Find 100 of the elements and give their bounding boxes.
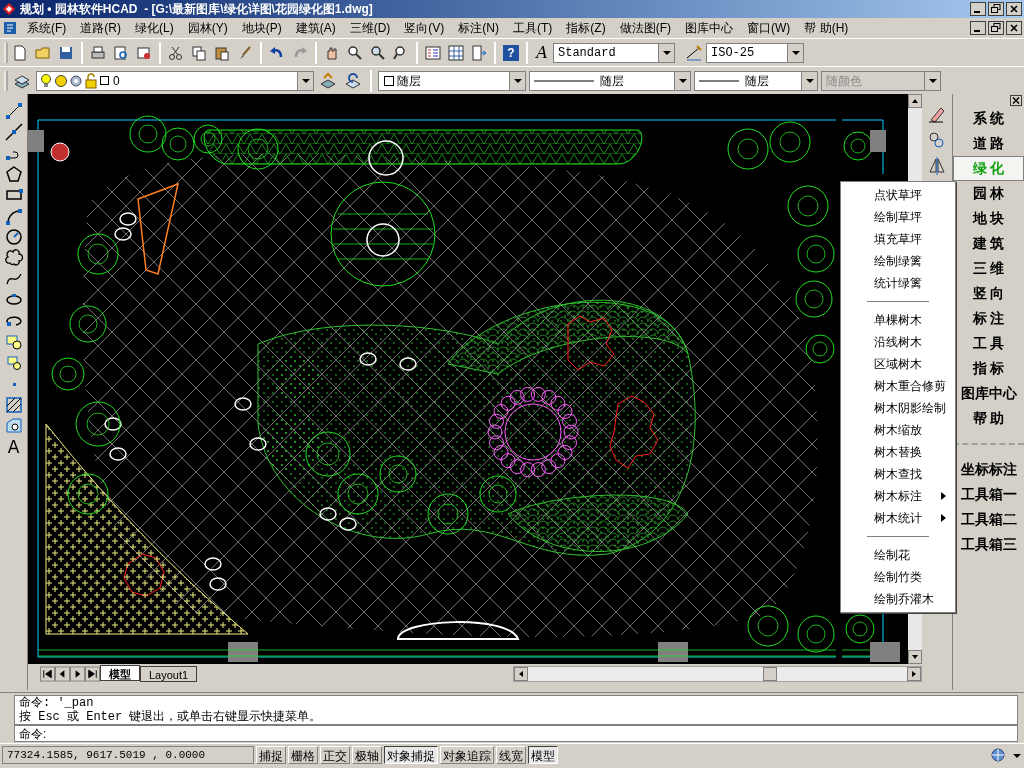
dropdown-button[interactable] (674, 71, 690, 90)
menu-item[interactable]: 窗口(W) (741, 19, 797, 37)
dropdown-button[interactable] (801, 71, 817, 90)
status-toggle[interactable]: 线宽 (496, 745, 526, 764)
mirror-icon[interactable] (927, 156, 947, 176)
status-toggle[interactable]: 正交 (320, 745, 350, 764)
status-toggle[interactable]: 极轴 (352, 745, 382, 764)
layout-tab[interactable]: 模型 (100, 665, 140, 681)
lineweight-dropdown[interactable]: 随层 (694, 70, 818, 91)
menu-item[interactable]: 标注(N) (452, 19, 505, 37)
communication-center-icon[interactable] (988, 745, 1008, 764)
last-tab-button[interactable] (85, 666, 100, 682)
panel-menu-item[interactable]: 标 注 (953, 306, 1024, 331)
first-tab-button[interactable] (40, 666, 55, 682)
construction-line-icon[interactable] (4, 123, 23, 141)
menu-item[interactable]: 绿化(L) (129, 19, 180, 37)
help-button[interactable]: ? (503, 44, 519, 61)
menu-option[interactable]: 绘制草坪 (841, 206, 955, 228)
linetype-dropdown[interactable]: 随层 (529, 70, 691, 91)
circle-icon[interactable] (4, 228, 23, 246)
dropdown-button[interactable] (297, 71, 313, 90)
horizontal-scrollbar[interactable] (513, 666, 922, 682)
panel-tool-item[interactable]: 坐标标注 (953, 457, 1024, 482)
menu-item[interactable]: 指标(Z) (560, 19, 612, 37)
hatch-icon[interactable] (4, 396, 23, 414)
panel-menu-item[interactable]: 工 具 (953, 331, 1024, 356)
menu-option[interactable]: 填充草坪 (841, 228, 955, 250)
panel-menu-item[interactable]: 系 统 (953, 106, 1024, 131)
menu-option[interactable]: 沿线树木 (841, 331, 955, 353)
menu-option[interactable]: 树木重合修剪 (841, 375, 955, 397)
minimize-button[interactable] (970, 2, 986, 16)
text-tool-button[interactable]: A (7, 438, 20, 456)
scroll-right-button[interactable] (907, 667, 921, 681)
region-icon[interactable] (4, 417, 23, 435)
panel-tool-item[interactable]: 工具箱二 (953, 507, 1024, 532)
menu-item[interactable]: 做法图(F) (613, 19, 677, 37)
scroll-up-button[interactable] (908, 94, 922, 108)
menu-option[interactable]: 树木替换 (841, 441, 955, 463)
status-toggle[interactable]: 对象捕捉 (384, 745, 438, 764)
menu-option[interactable]: 绘制竹类 (841, 566, 955, 588)
next-tab-button[interactable] (70, 666, 85, 682)
dimension-style-dropdown[interactable]: ISO-25 (706, 42, 804, 63)
revision-cloud-icon[interactable] (4, 249, 23, 267)
panel-menu-item[interactable]: 帮 助 (953, 406, 1024, 431)
polygon-icon[interactable] (4, 165, 23, 183)
menu-option[interactable]: 统计绿篱 (841, 272, 955, 294)
make-block-icon[interactable] (4, 354, 23, 372)
menu-option[interactable]: 绘制花 (841, 544, 955, 566)
copy-object-icon[interactable] (927, 130, 947, 150)
panel-tool-item[interactable]: 工具箱一 (953, 482, 1024, 507)
close-button[interactable] (1006, 21, 1022, 35)
close-button[interactable] (1006, 2, 1022, 16)
panel-menu-item[interactable]: 竖 向 (953, 281, 1024, 306)
menu-option[interactable]: 区域树木 (841, 353, 955, 375)
text-style-button[interactable]: A (532, 42, 552, 63)
menu-option[interactable]: 点状草坪 (841, 184, 955, 206)
layout-tab[interactable]: Layout1 (140, 666, 198, 682)
menu-item[interactable]: 园林(Y) (181, 19, 234, 37)
scroll-thumb[interactable] (763, 667, 777, 681)
insert-block-icon[interactable] (4, 333, 23, 351)
menu-option[interactable]: 绘制绿篱 (841, 250, 955, 272)
menu-item[interactable]: 工具(T) (507, 19, 559, 37)
minimize-button[interactable] (970, 21, 986, 35)
menu-item[interactable]: 竖向(V) (398, 19, 451, 37)
status-toggle[interactable]: 栅格 (288, 745, 318, 764)
close-button[interactable] (1010, 94, 1022, 106)
menu-option[interactable]: 单棵树木 (841, 309, 955, 331)
command-input-field[interactable]: 命令: (14, 725, 1018, 742)
menu-option[interactable]: 树木阴影绘制 (841, 397, 955, 419)
panel-menu-item[interactable]: 指 标 (953, 356, 1024, 381)
scroll-down-button[interactable] (908, 650, 922, 664)
menu-item[interactable]: 三维(D) (343, 19, 397, 37)
menu-option[interactable]: 树木查找 (841, 463, 955, 485)
panel-menu-item[interactable]: 地 块 (953, 206, 1024, 231)
dropdown-button[interactable] (509, 71, 525, 90)
menu-item[interactable]: 帮 助(H) (798, 19, 855, 37)
menu-option[interactable]: 绘制乔灌木 (841, 588, 955, 610)
line-icon[interactable] (4, 102, 23, 120)
menu-option[interactable]: 树木缩放 (841, 419, 955, 441)
color-dropdown[interactable]: 随层 (378, 70, 526, 91)
panel-menu-item[interactable]: 图库中心 (953, 381, 1024, 406)
dropdown-button[interactable] (658, 43, 674, 62)
restore-button[interactable] (988, 2, 1004, 16)
menu-item[interactable]: 道路(R) (74, 19, 127, 37)
panel-menu-item[interactable]: 建 筑 (953, 231, 1024, 256)
text-style-dropdown[interactable]: Standard (553, 42, 675, 63)
scroll-left-button[interactable] (514, 667, 529, 681)
menu-item[interactable]: 建筑(A) (289, 19, 342, 37)
restore-button[interactable] (988, 21, 1004, 35)
panel-menu-item[interactable]: 道 路 (953, 131, 1024, 156)
panel-menu-item[interactable]: 三 维 (953, 256, 1024, 281)
layer-dropdown[interactable]: 0 (36, 70, 314, 91)
menu-option[interactable]: 树木统计 (841, 507, 955, 529)
arc-icon[interactable] (4, 207, 23, 225)
status-toggle[interactable]: 模型 (528, 745, 558, 764)
menu-item[interactable]: 图库中心 (679, 19, 739, 37)
menu-item[interactable]: 地块(P) (235, 19, 288, 37)
menu-option[interactable]: 树木标注 (841, 485, 955, 507)
status-toggle[interactable]: 捕捉 (256, 745, 286, 764)
status-toggle[interactable]: 对象追踪 (440, 745, 494, 764)
